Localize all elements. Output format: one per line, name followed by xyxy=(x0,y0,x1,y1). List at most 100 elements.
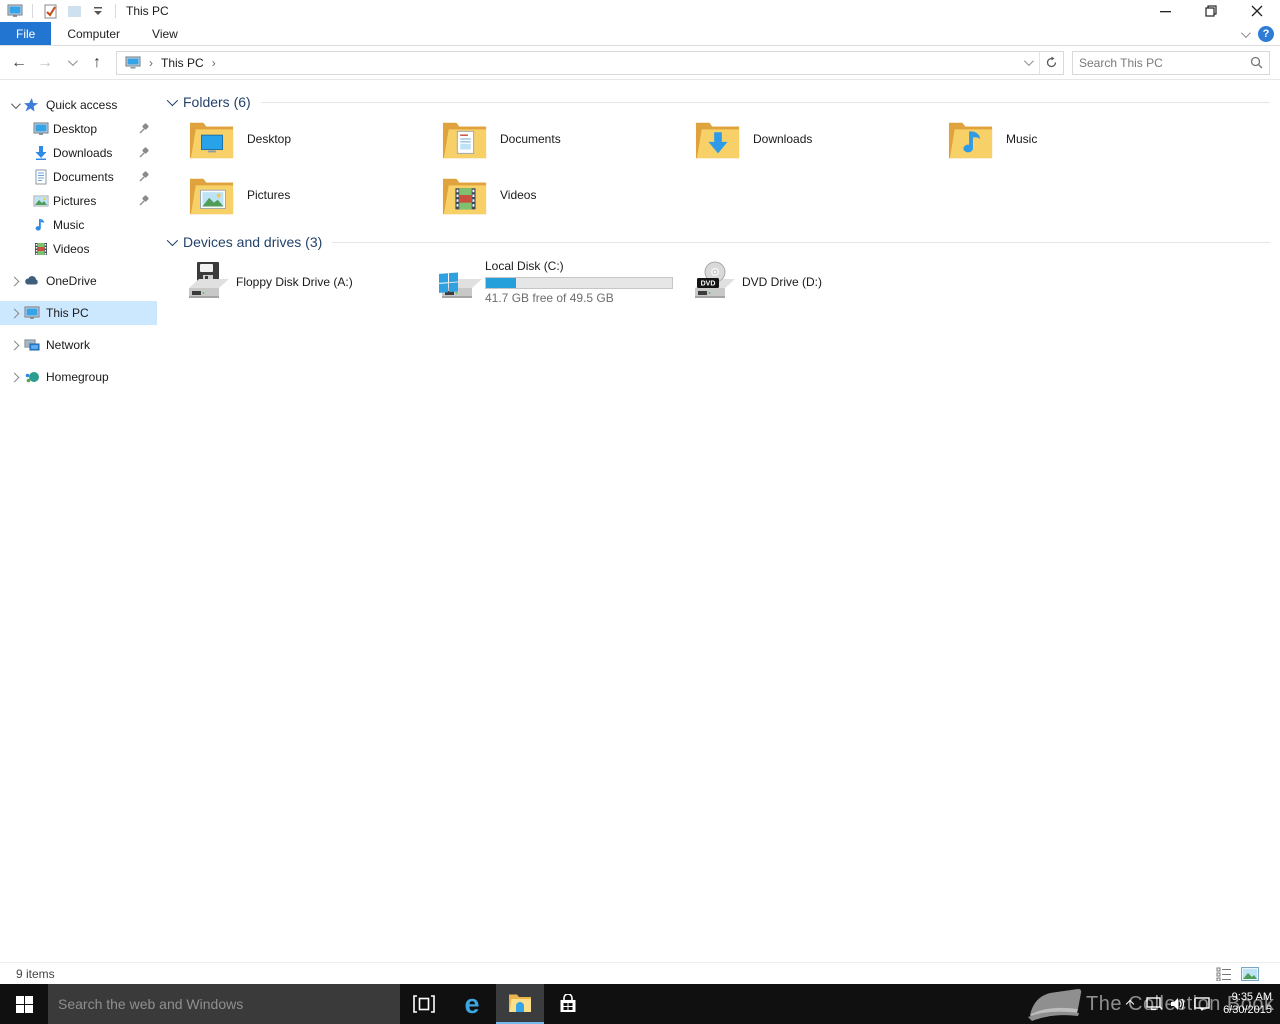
sidebar-item-label: Network xyxy=(46,338,90,352)
network-tray-icon[interactable] xyxy=(1142,984,1166,1024)
sidebar-item-label: Pictures xyxy=(53,194,96,208)
sidebar-item-quick-access[interactable]: Quick access xyxy=(0,93,157,117)
quick-access-toolbar xyxy=(0,2,118,20)
breadcrumb: › This PC › xyxy=(117,56,1015,70)
chevron-right-icon[interactable] xyxy=(8,310,20,317)
sidebar-item-onedrive[interactable]: OneDrive xyxy=(0,269,157,293)
file-explorer-button[interactable] xyxy=(496,984,544,1024)
folder-tile-music[interactable]: Music xyxy=(943,111,1196,167)
sidebar-item-this-pc[interactable]: This PC xyxy=(0,301,157,325)
taskbar-clock[interactable]: 9:35 AM 6/30/2015 xyxy=(1214,991,1280,1017)
system-menu-icon[interactable] xyxy=(6,2,24,20)
show-hidden-icons-button[interactable] xyxy=(1118,984,1142,1024)
close-button[interactable] xyxy=(1234,0,1280,22)
store-icon xyxy=(558,994,578,1014)
help-button[interactable]: ? xyxy=(1258,26,1274,42)
sidebar-item-network[interactable]: Network xyxy=(0,333,157,357)
taskbar-search-input[interactable] xyxy=(58,996,400,1012)
sidebar-item-documents[interactable]: Documents xyxy=(0,165,157,189)
collapse-group-icon[interactable] xyxy=(167,95,178,106)
customize-qat-icon xyxy=(93,6,103,16)
back-button[interactable]: ← xyxy=(6,50,32,76)
drive-tile-dvd-d[interactable]: DVD DVD Drive (D:) xyxy=(690,255,943,309)
desktop-screen: This PC File xyxy=(0,0,1280,1024)
desktop-icon xyxy=(33,121,49,137)
folder-tile-downloads[interactable]: Downloads xyxy=(690,111,943,167)
videos-folder-icon xyxy=(442,174,488,216)
explorer-window: This PC File xyxy=(0,0,1280,984)
status-bar: 9 items xyxy=(0,962,1280,984)
address-dropdown-button[interactable] xyxy=(1015,52,1039,74)
details-view-button[interactable] xyxy=(1214,965,1234,983)
tile-label: Pictures xyxy=(247,188,290,202)
navigation-pane: Quick access Desktop Downloads xyxy=(0,81,157,962)
minimize-button[interactable] xyxy=(1142,0,1188,22)
sidebar-item-label: Desktop xyxy=(53,122,97,136)
refresh-button[interactable] xyxy=(1039,52,1063,74)
search-icon[interactable] xyxy=(1250,56,1263,69)
large-icons-view-button[interactable] xyxy=(1240,965,1260,983)
sidebar-item-label: Music xyxy=(53,218,84,232)
edge-button[interactable]: e xyxy=(448,984,496,1024)
sidebar-item-label: Videos xyxy=(53,242,89,256)
sidebar-item-label: Documents xyxy=(53,170,114,184)
collapse-group-icon[interactable] xyxy=(167,235,178,246)
tile-label: Documents xyxy=(500,132,561,146)
tab-view[interactable]: View xyxy=(136,22,194,45)
system-tray: 9:35 AM 6/30/2015 xyxy=(1118,984,1280,1024)
group-divider xyxy=(332,242,1270,243)
new-folder-icon xyxy=(67,4,82,19)
taskbar: e xyxy=(0,984,1280,1024)
start-button[interactable] xyxy=(0,984,48,1024)
drive-tile-floppy-a[interactable]: Floppy Disk Drive (A:) xyxy=(184,255,437,309)
tab-computer[interactable]: Computer xyxy=(51,22,136,45)
sidebar-item-homegroup[interactable]: Homegroup xyxy=(0,365,157,389)
tab-file[interactable]: File xyxy=(0,22,51,45)
search-input[interactable] xyxy=(1079,56,1250,70)
sidebar-item-pictures[interactable]: Pictures xyxy=(0,189,157,213)
window-title: This PC xyxy=(126,4,169,18)
chevron-right-icon[interactable] xyxy=(8,278,20,285)
items-view: Folders (6) xyxy=(157,81,1280,962)
drive-tile-local-disk-c[interactable]: Local Disk (C:) 41.7 GB free of 49.5 GB xyxy=(437,255,690,309)
customize-qat-button[interactable] xyxy=(89,2,107,20)
forward-button[interactable]: → xyxy=(32,50,58,76)
folder-tile-pictures[interactable]: Pictures xyxy=(184,167,437,223)
group-header-devices[interactable]: Devices and drives (3) xyxy=(167,233,1270,251)
volume-tray-icon[interactable] xyxy=(1166,984,1190,1024)
chevron-right-icon[interactable] xyxy=(8,374,20,381)
breadcrumb-this-pc[interactable]: This PC xyxy=(161,56,204,70)
folder-tile-desktop[interactable]: Desktop xyxy=(184,111,437,167)
task-view-button[interactable] xyxy=(400,984,448,1024)
sidebar-item-downloads[interactable]: Downloads xyxy=(0,141,157,165)
sidebar-item-desktop[interactable]: Desktop xyxy=(0,117,157,141)
downloads-folder-icon xyxy=(695,118,741,160)
address-bar[interactable]: › This PC › xyxy=(116,51,1064,75)
items-count: 9 items xyxy=(16,967,55,981)
folder-tile-documents[interactable]: Documents xyxy=(437,111,690,167)
tile-label: Downloads xyxy=(753,132,812,146)
pin-icon xyxy=(138,195,150,207)
recent-locations-button[interactable] xyxy=(58,50,84,76)
properties-button[interactable] xyxy=(41,2,59,20)
chevron-down-icon[interactable] xyxy=(8,102,20,109)
new-folder-button[interactable] xyxy=(65,2,83,20)
documents-folder-icon xyxy=(442,118,488,160)
sidebar-item-music[interactable]: Music xyxy=(0,213,157,237)
homegroup-icon xyxy=(24,369,40,385)
drive-label: DVD Drive (D:) xyxy=(742,275,822,289)
restore-button[interactable] xyxy=(1188,0,1234,22)
folder-tile-videos[interactable]: Videos xyxy=(437,167,690,223)
action-center-tray-icon[interactable] xyxy=(1190,984,1214,1024)
view-toggles xyxy=(1214,965,1272,983)
sidebar-item-videos[interactable]: Videos xyxy=(0,237,157,261)
search-box xyxy=(1072,51,1270,75)
up-button[interactable]: ↑ xyxy=(84,50,110,76)
store-button[interactable] xyxy=(544,984,592,1024)
pin-icon xyxy=(138,147,150,159)
group-header-folders[interactable]: Folders (6) xyxy=(167,93,1270,111)
expand-ribbon-button[interactable] xyxy=(1241,27,1248,41)
group-title: Folders (6) xyxy=(183,94,251,110)
chevron-right-icon[interactable] xyxy=(8,342,20,349)
music-folder-icon xyxy=(948,118,994,160)
